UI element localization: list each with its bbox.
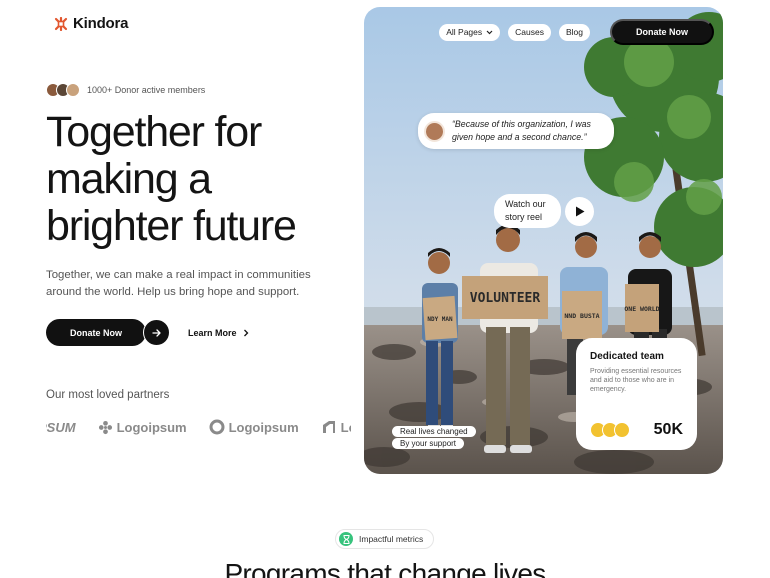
watch-reel-label[interactable]: Watch our story reel <box>494 194 561 228</box>
ring-logo-icon <box>209 419 225 435</box>
member-avatars <box>46 83 80 97</box>
avatar <box>66 83 80 97</box>
testimonial-avatar <box>424 120 445 142</box>
partner-name: PSUM <box>46 419 76 435</box>
nav-item-blog[interactable]: Blog <box>558 23 590 41</box>
active-members: 1000+ Donor active members <box>46 83 205 97</box>
testimonial-bubble: “Because of this organization, I was giv… <box>418 113 614 149</box>
flower-logo-icon <box>98 420 112 434</box>
nav-label: Blog <box>565 27 583 37</box>
team-count: 50K <box>653 421 683 438</box>
logo[interactable]: Kindora <box>54 15 128 32</box>
team-card-description: Providing essential resources and aid to… <box>590 368 682 393</box>
hourglass-icon <box>339 532 353 546</box>
logo-mark-icon <box>54 16 68 31</box>
metrics-badge-label: Impactful metrics <box>359 534 424 544</box>
fold-logo-icon <box>322 421 335 433</box>
sign-nnd-busta: NND BUSTA <box>564 312 599 320</box>
hero-photo-card: VOLUNTEER NDY MAN NND BUSTA ONE WORLD Al… <box>364 7 723 474</box>
partner-name: Logo <box>340 419 351 435</box>
team-card-footer: 50K <box>590 421 683 439</box>
partner-logo: PSUM <box>46 420 76 435</box>
team-card-title: Dedicated team <box>590 351 664 362</box>
sign-ndy-man: NDY MAN <box>427 316 453 323</box>
avatar <box>614 422 630 438</box>
section-title: Programs that change lives <box>224 558 546 578</box>
partner-name: Logoipsum <box>228 419 299 435</box>
nav-donate-button[interactable]: Donate Now <box>609 19 714 45</box>
partner-logo: Logo <box>321 419 351 435</box>
donate-now-button[interactable]: Donate Now <box>46 319 147 346</box>
headline-line-2: making a <box>46 155 212 203</box>
headline-line-1: Together for <box>46 108 262 156</box>
sign-one-world: ONE WORLD <box>624 305 659 313</box>
learn-more-label: Learn More <box>188 327 237 338</box>
play-icon <box>575 206 584 216</box>
image-tag-your-support: By your support <box>392 438 465 449</box>
arrow-right-icon <box>151 328 161 337</box>
partners-title: Our most loved partners <box>46 389 170 401</box>
partners-logo-strip: PSUM Logoipsum Logoipsum Logo <box>46 412 351 442</box>
arrow-right-button[interactable] <box>143 319 171 346</box>
nav-label: Causes <box>515 27 544 37</box>
team-avatars <box>590 422 630 438</box>
nav-item-causes[interactable]: Causes <box>508 23 551 41</box>
partner-name: Logoipsum <box>116 419 187 435</box>
nav-label: All Pages <box>446 27 483 37</box>
headline-line-3: brighter future <box>46 202 297 250</box>
sign-volunteer: VOLUNTEER <box>470 291 541 306</box>
partner-logo: Logoipsum <box>209 419 299 435</box>
play-button[interactable] <box>565 196 594 226</box>
testimonial-text: “Because of this organization, I was giv… <box>452 119 591 142</box>
partner-logo: Logoipsum <box>98 420 187 435</box>
brand-name: Kindora <box>73 15 129 32</box>
dedicated-team-card: Dedicated team Providing essential resou… <box>576 338 697 450</box>
nav-item-all-pages[interactable]: All Pages <box>439 23 501 41</box>
watch-reel[interactable]: Watch our story reel <box>494 194 594 228</box>
cta-row: Donate Now Learn More <box>46 319 249 346</box>
top-nav: All Pages Causes Blog Donate Now <box>439 19 714 45</box>
chevron-down-icon <box>486 30 493 34</box>
impactful-metrics-badge: Impactful metrics <box>335 529 435 549</box>
image-tag-real-lives: Real lives changed <box>392 426 476 437</box>
learn-more-link[interactable]: Learn More <box>188 328 249 338</box>
chevron-right-icon <box>243 329 248 336</box>
members-text: 1000+ Donor active members <box>87 85 206 95</box>
hero-headline: Together for making a brighter future <box>46 109 366 250</box>
hero-subtext: Together, we can make a real impact in c… <box>46 269 311 298</box>
